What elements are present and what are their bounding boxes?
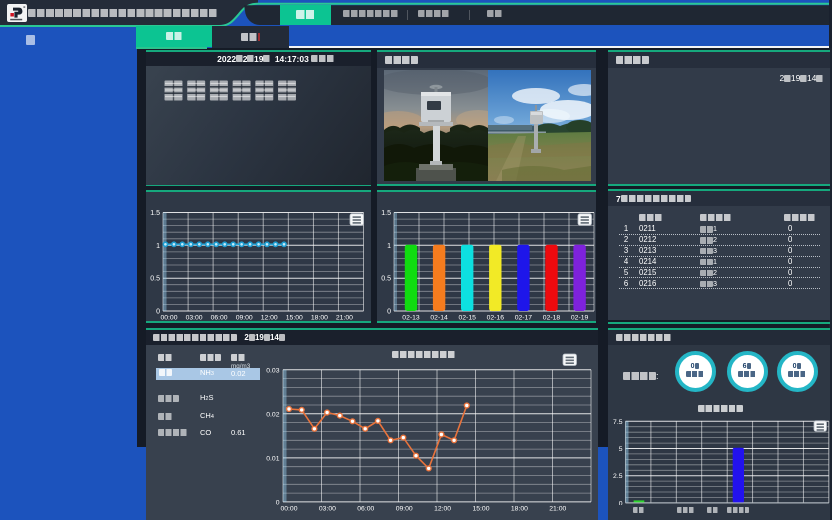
svg-text:7.5: 7.5 <box>613 419 623 426</box>
svg-text:1.5: 1.5 <box>150 210 160 217</box>
svg-text:21:00: 21:00 <box>549 506 566 513</box>
svg-text:09:00: 09:00 <box>236 315 253 322</box>
svg-text:2.5: 2.5 <box>613 473 623 480</box>
svg-text:1: 1 <box>387 243 391 250</box>
svg-text:02-16: 02-16 <box>487 315 505 322</box>
svg-text:5: 5 <box>619 446 623 453</box>
svg-text:18:00: 18:00 <box>511 506 528 513</box>
svg-text:02-15: 02-15 <box>459 315 477 322</box>
svg-text:12:00: 12:00 <box>434 506 451 513</box>
svg-text:03:00: 03:00 <box>319 506 336 513</box>
svg-text:0.5: 0.5 <box>150 276 160 283</box>
svg-text:02-14: 02-14 <box>430 315 448 322</box>
svg-text:18:00: 18:00 <box>311 315 328 322</box>
svg-text:0.02: 0.02 <box>266 411 279 418</box>
svg-text:0.5: 0.5 <box>381 276 391 283</box>
svg-text:00:00: 00:00 <box>280 506 297 513</box>
svg-text:02-19: 02-19 <box>571 315 589 322</box>
svg-text:09:00: 09:00 <box>396 506 413 513</box>
svg-text:0: 0 <box>619 500 623 505</box>
svg-text:06:00: 06:00 <box>357 506 374 513</box>
svg-text:00:00: 00:00 <box>160 315 177 322</box>
svg-text:1.5: 1.5 <box>381 210 391 217</box>
svg-text:02-13: 02-13 <box>402 315 420 322</box>
svg-text:02-18: 02-18 <box>543 315 561 322</box>
svg-text:06:00: 06:00 <box>211 315 228 322</box>
svg-text:0.01: 0.01 <box>266 455 279 462</box>
svg-text:15:00: 15:00 <box>472 506 489 513</box>
svg-text:03:00: 03:00 <box>186 315 203 322</box>
svg-text:0: 0 <box>387 309 391 316</box>
svg-text:12:00: 12:00 <box>261 315 278 322</box>
svg-text:21:00: 21:00 <box>336 315 353 322</box>
svg-text:02-17: 02-17 <box>515 315 533 322</box>
svg-text:15:00: 15:00 <box>286 315 303 322</box>
svg-text:0: 0 <box>156 309 160 316</box>
svg-text:1: 1 <box>156 243 160 250</box>
svg-text:0.03: 0.03 <box>266 367 279 374</box>
svg-text:0: 0 <box>276 499 280 506</box>
